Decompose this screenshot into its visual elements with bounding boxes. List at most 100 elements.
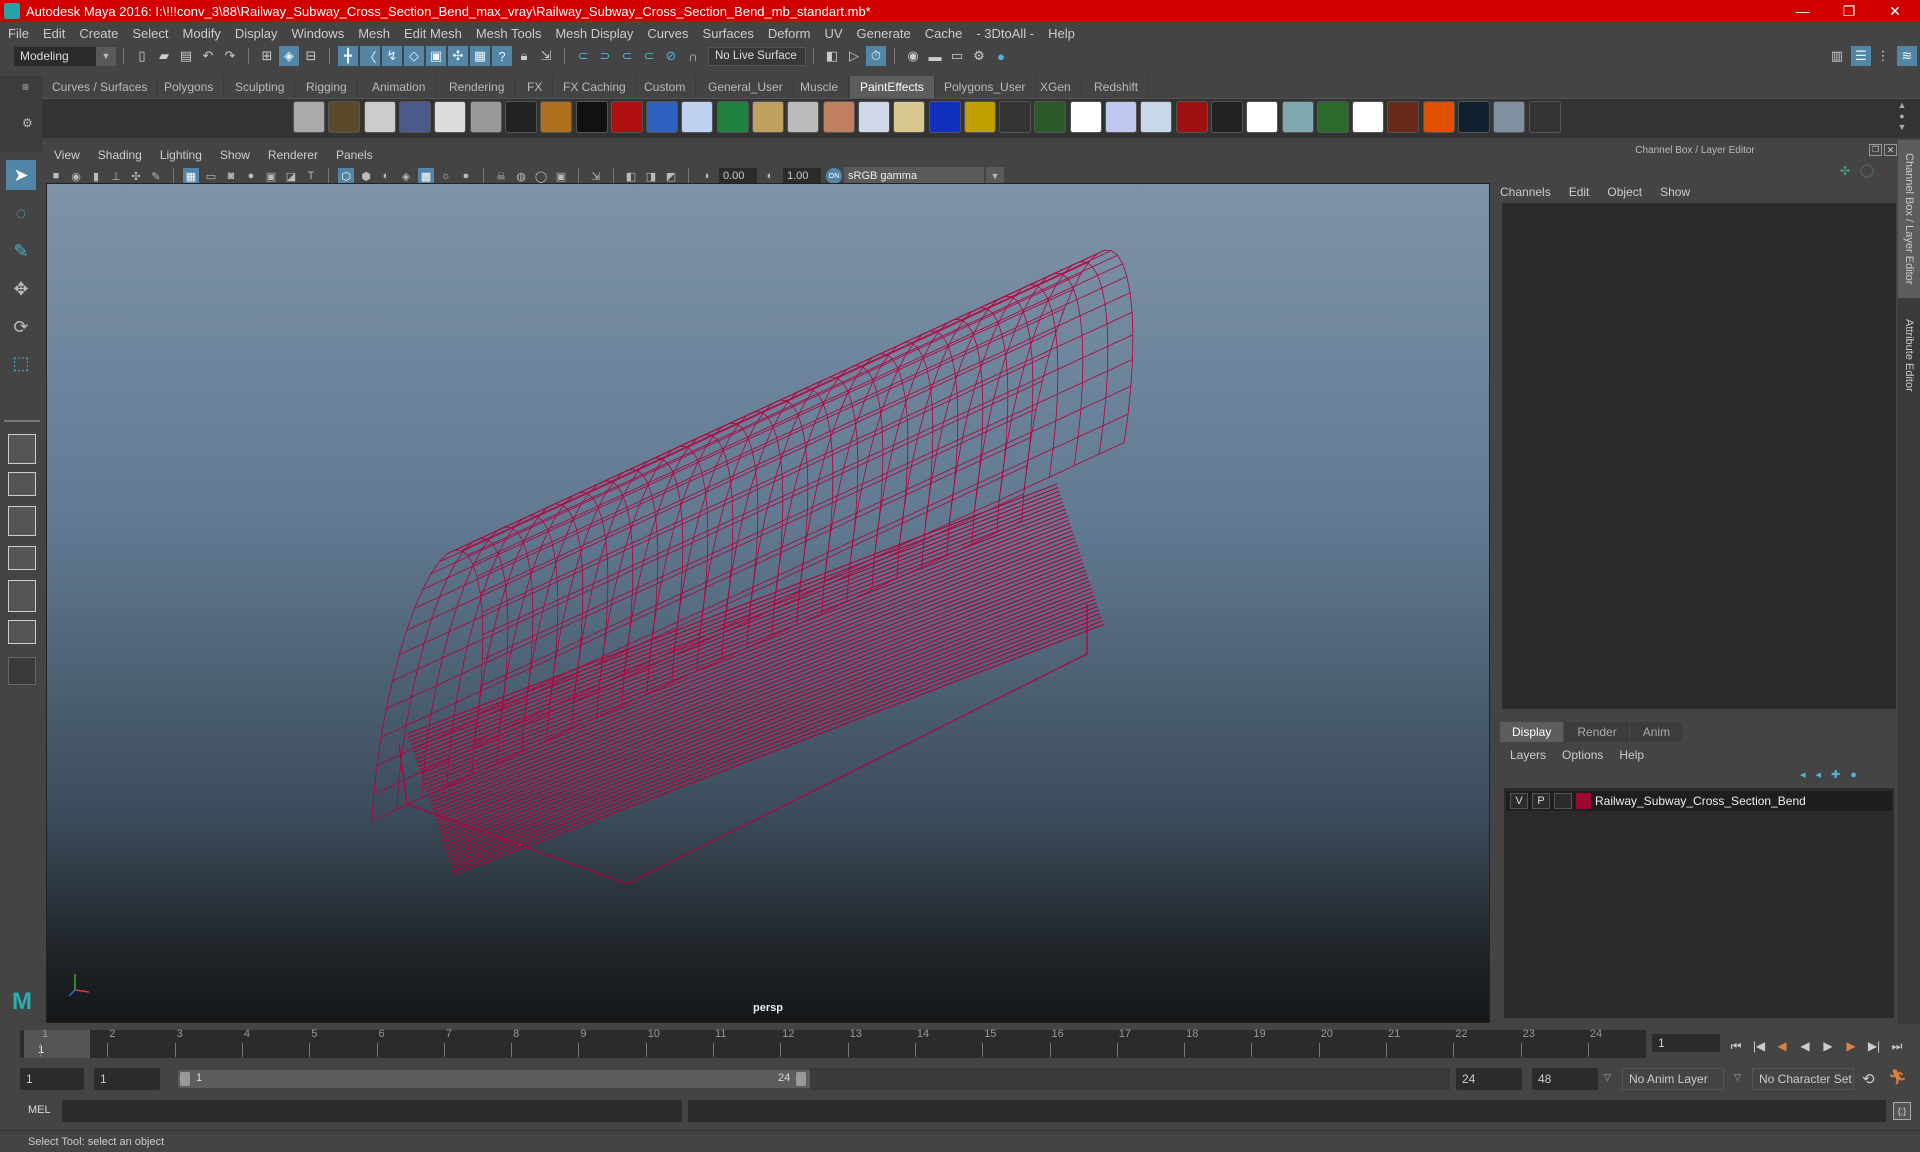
shelf-tab-rigging[interactable]: Rigging: [296, 76, 358, 98]
magnet-icon[interactable]: ∩: [683, 46, 703, 66]
go-to-start-icon[interactable]: ⏮: [1727, 1037, 1745, 1055]
layer-tab-anim[interactable]: Anim: [1630, 722, 1683, 742]
menu-edit-mesh[interactable]: Edit Mesh: [404, 26, 462, 41]
shelf-settings-icon[interactable]: ⚙: [22, 116, 33, 130]
script-editor-icon[interactable]: {;}: [1893, 1102, 1911, 1120]
redo-icon[interactable]: ↷: [220, 46, 240, 66]
hammer-icon[interactable]: [469, 101, 502, 133]
hypershade-icon[interactable]: ●: [991, 46, 1011, 66]
character-set-dropdown-icon[interactable]: ▽: [1734, 1072, 1741, 1083]
flowers-icon[interactable]: [399, 101, 431, 133]
shelf-tab-general-user[interactable]: General_User: [698, 76, 794, 98]
step-back-frame-icon[interactable]: ◀: [1773, 1037, 1791, 1055]
snap-grid-icon[interactable]: ╋: [338, 46, 358, 66]
soft-select-icon[interactable]: ⊂: [639, 46, 659, 66]
menu-windows[interactable]: Windows: [291, 26, 344, 41]
select-by-object-icon[interactable]: ◈: [279, 46, 299, 66]
playback-end-field[interactable]: 24: [1456, 1068, 1522, 1090]
tool-settings-icon[interactable]: ⋮: [1873, 46, 1893, 66]
anim-layer-field[interactable]: No Anim Layer: [1622, 1068, 1724, 1090]
xray-icon[interactable]: ◧: [623, 168, 639, 184]
mode-selector[interactable]: Modeling ▼: [14, 46, 116, 66]
wireframe-icon[interactable]: ⬡: [338, 168, 354, 184]
speed-icon[interactable]: [1860, 164, 1874, 178]
output-ops-icon[interactable]: ⊃: [595, 46, 615, 66]
red-feather-icon[interactable]: [1175, 101, 1208, 133]
layer-color-swatch[interactable]: [1576, 793, 1591, 809]
menu-file[interactable]: File: [8, 26, 29, 41]
safe-title-icon[interactable]: T: [303, 168, 319, 184]
xray-joints-icon[interactable]: ◨: [643, 168, 659, 184]
tree-icon[interactable]: [1140, 101, 1173, 133]
menu-mesh-display[interactable]: Mesh Display: [555, 26, 633, 41]
brush-icon[interactable]: [46, 101, 78, 133]
xray-components-icon[interactable]: ◩: [663, 168, 679, 184]
move-tool-icon[interactable]: ✥: [6, 274, 36, 304]
new-layer-icon[interactable]: ✚: [1831, 769, 1850, 781]
motion-blur-icon[interactable]: ◍: [513, 168, 529, 184]
hypershade-persp-layout-icon[interactable]: [8, 580, 36, 612]
render-settings-icon[interactable]: ⏱: [866, 46, 886, 66]
menu-modify[interactable]: Modify: [183, 26, 221, 41]
outliner-persp-layout-icon[interactable]: [8, 506, 36, 536]
custom-layout-dropdown[interactable]: [8, 657, 36, 685]
shelf-tab-fx[interactable]: FX: [517, 76, 554, 98]
noise-icon[interactable]: [1528, 101, 1561, 133]
snap-point-icon[interactable]: ↯: [382, 46, 402, 66]
channel-box-menu-channels[interactable]: Channels: [1500, 185, 1551, 199]
image-plane-icon[interactable]: ⊥: [108, 168, 124, 184]
ink-icon[interactable]: [575, 101, 608, 133]
menu-select[interactable]: Select: [132, 26, 168, 41]
anim-layer-dropdown-icon[interactable]: ▽: [1604, 1072, 1611, 1083]
menu-curves[interactable]: Curves: [647, 26, 688, 41]
make-live-icon[interactable]: ▣: [426, 46, 446, 66]
use-all-lights-icon[interactable]: ☼: [438, 168, 454, 184]
command-input[interactable]: [62, 1100, 682, 1122]
shelf-tab-painteffects[interactable]: PaintEffects: [850, 76, 935, 98]
render-view-icon[interactable]: ◧: [822, 46, 842, 66]
snap-view-plane-icon[interactable]: ◇: [404, 46, 424, 66]
layer-playback-toggle[interactable]: P: [1532, 793, 1550, 809]
anti-aliasing-icon[interactable]: ◯: [533, 168, 549, 184]
shelf-tab-rendering[interactable]: Rendering: [439, 76, 516, 98]
manipulator-icon[interactable]: ✣: [1840, 164, 1850, 178]
menu-surfaces[interactable]: Surfaces: [703, 26, 754, 41]
render-region-icon[interactable]: ▷: [844, 46, 864, 66]
snap-curve-icon[interactable]: 〈: [360, 46, 380, 66]
safe-action-icon[interactable]: ◪: [283, 168, 299, 184]
step-back-key-icon[interactable]: |◀: [1750, 1037, 1768, 1055]
scale-tool-icon[interactable]: ⬚: [6, 348, 36, 378]
grass-plant-icon[interactable]: [1034, 101, 1067, 133]
side-tab-attribute-editor[interactable]: Attribute Editor: [1898, 302, 1920, 408]
viewport-persp[interactable]: persp: [46, 183, 1490, 1023]
hand-icon[interactable]: [1352, 101, 1385, 133]
modeling-toolkit-icon[interactable]: ▥: [1827, 46, 1847, 66]
auto-key-icon[interactable]: ⟲: [1862, 1070, 1875, 1088]
attribute-editor-toggle-icon[interactable]: ☰: [1851, 46, 1871, 66]
resolution-gate-icon[interactable]: ◙: [223, 168, 239, 184]
menu-mesh[interactable]: Mesh: [358, 26, 390, 41]
2d-pan-zoom-icon[interactable]: ✣: [128, 168, 144, 184]
menu-deform[interactable]: Deform: [768, 26, 811, 41]
shadows-icon[interactable]: ●: [458, 168, 474, 184]
minimize-button[interactable]: —: [1780, 0, 1826, 22]
viewport-menu-renderer[interactable]: Renderer: [268, 148, 318, 162]
move-layer-down-icon[interactable]: ◂: [1816, 769, 1832, 781]
grass-icon[interactable]: [328, 101, 361, 133]
charcoal-icon[interactable]: [504, 101, 537, 133]
select-by-hierarchy-icon[interactable]: ⊞: [257, 46, 277, 66]
shelf-tab-muscle[interactable]: Muscle: [790, 76, 850, 98]
animation-end-field[interactable]: 48: [1532, 1068, 1598, 1090]
current-frame-field[interactable]: 1: [1652, 1034, 1720, 1052]
play-backwards-icon[interactable]: ◀: [1796, 1037, 1814, 1055]
rainbow-icon[interactable]: [716, 101, 749, 133]
channel-box-menu-object[interactable]: Object: [1607, 185, 1642, 199]
grid-icon[interactable]: ▦: [183, 168, 199, 184]
range-end-handle[interactable]: [796, 1072, 806, 1086]
viewport-menu-panels[interactable]: Panels: [336, 148, 373, 162]
flower-white-icon[interactable]: [1105, 101, 1137, 133]
isolate-select-icon[interactable]: ⇲: [588, 168, 604, 184]
feather-icon[interactable]: [857, 101, 890, 133]
tree-red-icon[interactable]: [1069, 101, 1102, 133]
snap-edge-icon[interactable]: ✣: [448, 46, 468, 66]
